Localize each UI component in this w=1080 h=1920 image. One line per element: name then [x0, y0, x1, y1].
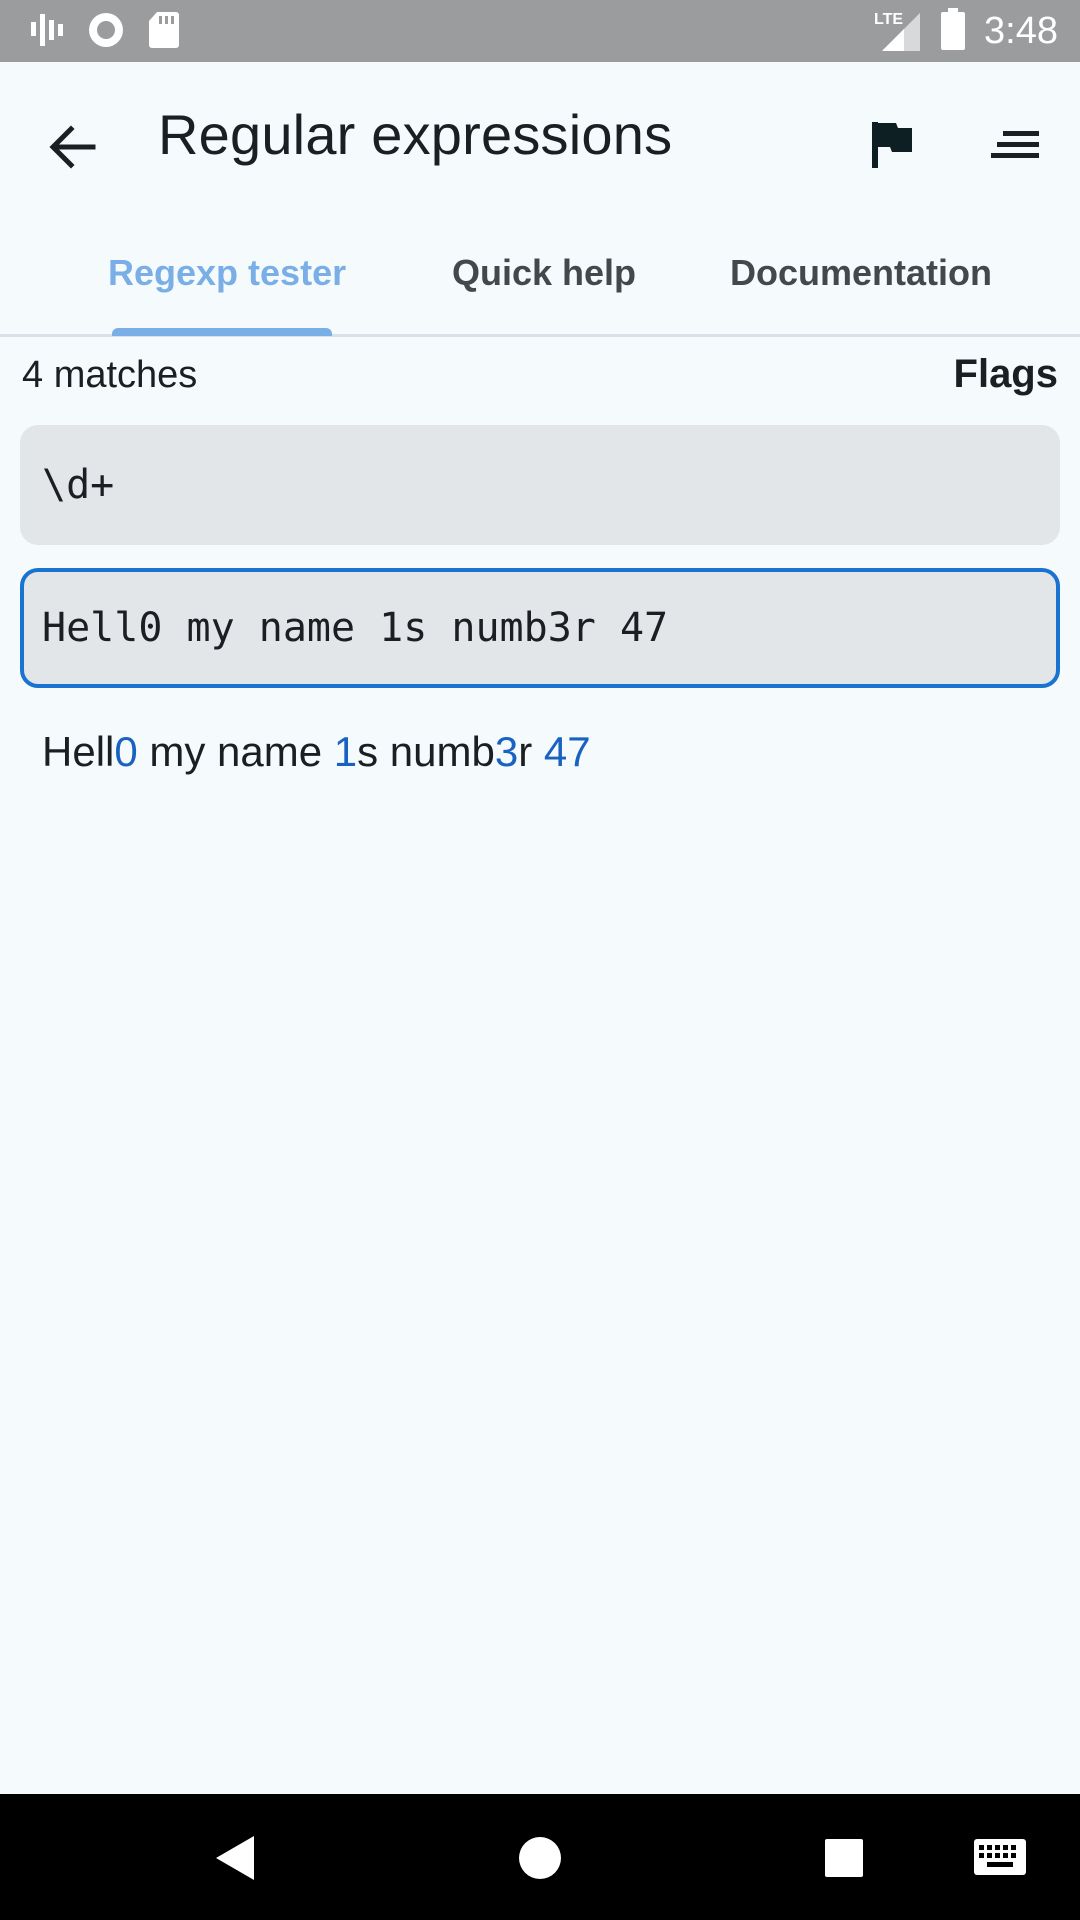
back-button[interactable]	[44, 120, 102, 178]
tab-quick-help[interactable]: Quick help	[452, 252, 636, 294]
test-string-input[interactable]: Hell0 my name 1s numb3r 47	[20, 568, 1060, 688]
keyboard-icon	[973, 1838, 1027, 1883]
home-circle-icon	[517, 1835, 563, 1886]
tab-indicator	[112, 328, 332, 336]
sd-card-icon	[148, 11, 180, 54]
result-text: Hell	[42, 728, 115, 775]
nav-back-button[interactable]	[206, 1830, 266, 1890]
page-title: Regular expressions	[158, 103, 673, 166]
match-count: 4 matches	[22, 354, 198, 396]
regex-value: \d+	[42, 462, 115, 508]
app-bar: Regular expressions	[0, 62, 1080, 222]
recents-square-icon	[823, 1837, 865, 1884]
tab-documentation[interactable]: Documentation	[730, 252, 992, 294]
signal-icon: LTE	[874, 9, 922, 53]
match-result: Hell0 my name 1s numb3r 47	[42, 728, 591, 776]
match-highlight: 3	[494, 728, 519, 775]
regex-input[interactable]: \d+	[20, 425, 1060, 545]
clock: 3:48	[984, 9, 1058, 52]
flags-button[interactable]: Flags	[954, 352, 1058, 397]
result-text: r	[518, 728, 544, 775]
nav-home-button[interactable]	[510, 1830, 570, 1890]
menu-icon	[991, 128, 1041, 167]
nav-recents-button[interactable]	[814, 1830, 874, 1890]
waveform-icon	[30, 12, 64, 53]
keyboard-switch-button[interactable]	[970, 1830, 1030, 1890]
menu-button[interactable]	[984, 117, 1048, 177]
flag-icon	[870, 120, 914, 175]
status-left-icons	[30, 10, 180, 55]
match-highlight: 1	[333, 728, 358, 775]
arrow-left-icon	[49, 124, 97, 174]
tab-bar: Regexp tester Quick help Documentation	[0, 222, 1080, 337]
match-highlight: 47	[543, 728, 591, 775]
battery-icon	[940, 7, 966, 55]
system-nav-bar	[0, 1794, 1080, 1920]
match-highlight: 0	[114, 728, 138, 775]
test-string-value: Hell0 my name 1s numb3r 47	[42, 605, 669, 651]
status-bar: LTE 3:48	[0, 0, 1080, 62]
tab-regexp-tester[interactable]: Regexp tester	[108, 252, 346, 294]
result-text: s numb	[357, 728, 495, 775]
back-triangle-icon	[214, 1834, 258, 1887]
result-text: my name	[137, 728, 334, 775]
flag-button[interactable]	[862, 117, 922, 177]
status-right-icons: LTE 3:48	[874, 7, 1058, 55]
record-icon	[86, 10, 126, 55]
